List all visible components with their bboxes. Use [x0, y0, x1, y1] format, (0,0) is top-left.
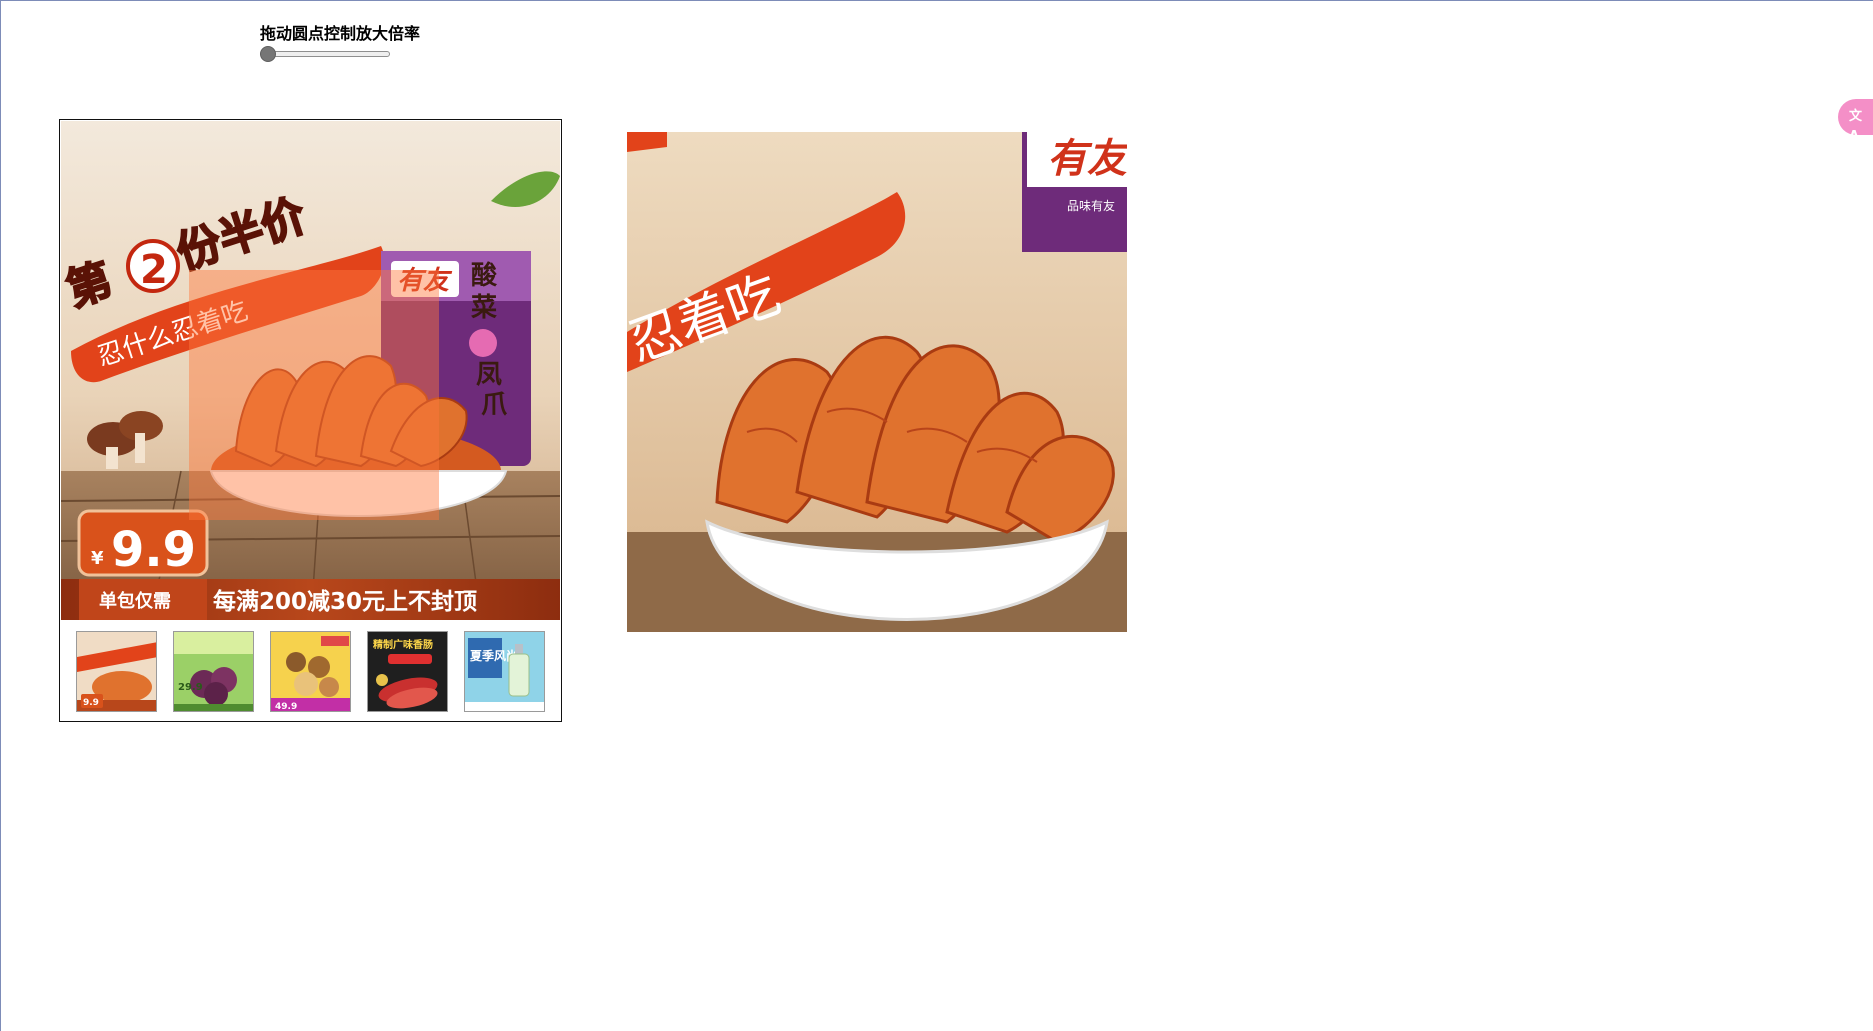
- zoom-slider-track[interactable]: [260, 51, 390, 57]
- zoomed-illustration: 忍着吃 有友 品味有友: [627, 132, 1127, 632]
- svg-text:9.9: 9.9: [83, 698, 99, 708]
- thumbnail-nuts[interactable]: 49.9: [270, 631, 351, 712]
- thumbnail-sausage[interactable]: 精制广味香肠: [367, 631, 448, 712]
- svg-text:49.9: 49.9: [275, 702, 297, 712]
- thumbnail-perfume[interactable]: 夏季风尚: [464, 631, 545, 712]
- svg-text:精制广味香肠: 精制广味香肠: [373, 638, 433, 651]
- zoom-control: 拖动圆点控制放大倍率: [260, 24, 420, 62]
- price-note: 单包仅需: [99, 590, 171, 612]
- zoom-control-label: 拖动圆点控制放大倍率: [260, 24, 421, 43]
- svg-text:9.9: 9.9: [111, 522, 196, 578]
- translate-button[interactable]: 文A: [1838, 99, 1873, 144]
- page: 拖动圆点控制放大倍率 第 2 份半价 忍什么忍着吃 有友 酸 菜 凤 爪 ¥ 9…: [0, 0, 1873, 1031]
- thumbnail-strip: 9.9 29.9 49.9 精制广味香肠 夏季风尚: [60, 620, 561, 721]
- zoomed-image-view: 忍着吃 有友 品味有友: [627, 132, 1127, 632]
- translate-icon: 文A: [1849, 109, 1863, 144]
- promo-text: 每满200减30元上不封顶: [213, 588, 477, 615]
- svg-text:凤: 凤: [476, 360, 502, 390]
- product-gallery: 第 2 份半价 忍什么忍着吃 有友 酸 菜 凤 爪 ¥ 9.9 单包仅需 每满2…: [59, 119, 562, 722]
- svg-text:¥: ¥: [91, 548, 104, 569]
- magnifier-lens[interactable]: [189, 270, 439, 520]
- svg-text:爪: 爪: [481, 390, 508, 420]
- main-product-image[interactable]: 第 2 份半价 忍什么忍着吃 有友 酸 菜 凤 爪 ¥ 9.9 单包仅需 每满2…: [61, 121, 560, 620]
- zoomed-bag-text: 品味有友: [1067, 199, 1115, 213]
- zoomed-brand: 有友: [1047, 136, 1127, 182]
- svg-text:2: 2: [140, 247, 168, 293]
- price-badge: ¥ 9.9: [77, 509, 209, 578]
- zoom-slider[interactable]: [260, 46, 390, 62]
- thumbnail-dried-plums[interactable]: 29.9: [173, 631, 254, 712]
- zoom-slider-thumb[interactable]: [260, 46, 276, 62]
- svg-text:酸: 酸: [471, 261, 498, 291]
- svg-text:29.9: 29.9: [178, 682, 203, 693]
- svg-text:菜: 菜: [470, 293, 497, 323]
- thumbnail-chicken-feet[interactable]: 9.9: [76, 631, 157, 712]
